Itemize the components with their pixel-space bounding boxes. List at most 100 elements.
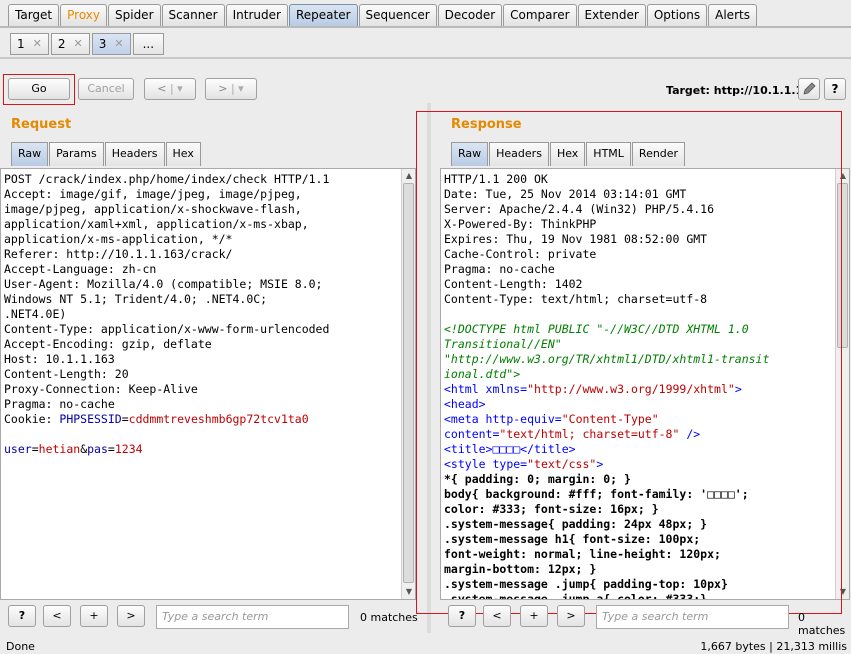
title-tag-line: <title>□□□□</title>: [444, 442, 576, 456]
response-editor[interactable]: HTTP/1.1 200 OK Date: Tue, 25 Nov 2014 03…: [440, 168, 850, 600]
request-title: Request: [11, 117, 72, 132]
repeater-tab-2[interactable]: 2 ✕: [50, 33, 90, 55]
response-search-input[interactable]: Type a search term: [596, 605, 789, 629]
request-tab-headers[interactable]: Headers: [104, 142, 165, 166]
pane-splitter[interactable]: [427, 103, 431, 633]
tab-comparer[interactable]: Comparer: [503, 4, 577, 26]
tab-scanner[interactable]: Scanner: [161, 4, 225, 26]
css-line: .system-message h1{ font-size: 100px;: [444, 532, 701, 546]
meta-tag-line: content="text/html; charset=utf-8" />: [444, 427, 701, 441]
request-tab-params[interactable]: Params: [49, 142, 104, 166]
request-search-prev-button[interactable]: <: [43, 605, 71, 627]
tab-intruder[interactable]: Intruder: [225, 4, 288, 26]
scroll-up-icon[interactable]: ▲: [403, 170, 415, 182]
response-scrollbar[interactable]: ▲ ▼: [835, 169, 849, 599]
repeater-sub-tabs: 1 ✕ 2 ✕ 3 ✕ ...: [10, 33, 166, 55]
request-search-help-button[interactable]: ?: [8, 605, 36, 627]
request-tab-raw[interactable]: Raw: [11, 142, 49, 166]
response-header-line: HTTP/1.1 200 OK: [444, 172, 548, 186]
response-search-next-button[interactable]: >: [557, 605, 585, 627]
close-icon[interactable]: ✕: [74, 34, 83, 54]
request-line: .NET4.0E): [4, 307, 67, 321]
tab-target[interactable]: Target: [8, 4, 60, 26]
repeater-tab-3[interactable]: 3 ✕: [91, 33, 131, 55]
tab-spider[interactable]: Spider: [108, 4, 161, 26]
response-tab-hex[interactable]: Hex: [549, 142, 586, 166]
request-text[interactable]: POST /crack/index.php/home/index/check H…: [1, 169, 415, 460]
request-editor[interactable]: POST /crack/index.php/home/index/check H…: [0, 168, 416, 600]
request-line: Accept-Language: zh-cn: [4, 262, 157, 276]
response-header-line: Expires: Thu, 19 Nov 1981 08:52:00 GMT: [444, 232, 708, 246]
forward-button[interactable]: > | ▾: [205, 78, 257, 100]
response-search-add-button[interactable]: +: [520, 605, 548, 627]
edit-target-button[interactable]: [798, 78, 820, 100]
response-tabs: Raw Headers Hex HTML Render: [451, 142, 686, 166]
help-button[interactable]: ?: [824, 78, 846, 100]
tab-repeater[interactable]: Repeater: [288, 4, 358, 26]
scroll-thumb[interactable]: [403, 183, 414, 583]
scroll-down-icon[interactable]: ▼: [403, 586, 415, 598]
request-search-next-button[interactable]: >: [117, 605, 145, 627]
tab-decoder[interactable]: Decoder: [437, 4, 503, 26]
head-tag-line: <head>: [444, 397, 486, 411]
target-label: Target: http://10.1.1.163: [666, 84, 819, 97]
repeater-tab-label: 1: [17, 37, 25, 51]
tab-alerts[interactable]: Alerts: [708, 4, 757, 26]
tab-proxy[interactable]: Proxy: [60, 4, 107, 26]
request-match-count: 0 matches: [360, 611, 418, 624]
help-icon: ?: [18, 609, 26, 622]
request-tab-hex[interactable]: Hex: [165, 142, 201, 166]
request-scrollbar[interactable]: ▲ ▼: [401, 169, 415, 599]
response-header-line: Cache-Control: private: [444, 247, 597, 261]
scroll-up-icon[interactable]: ▲: [837, 170, 849, 182]
repeater-tab-1[interactable]: 1 ✕: [10, 33, 49, 55]
doctype-line: <!DOCTYPE html PUBLIC "-//W3C//DTD XHTML…: [444, 322, 749, 336]
response-tab-headers[interactable]: Headers: [489, 142, 549, 166]
scroll-thumb[interactable]: [837, 183, 848, 348]
scroll-down-icon[interactable]: ▼: [837, 586, 849, 598]
back-arrow-icon: <: [157, 82, 167, 95]
close-icon[interactable]: ✕: [114, 34, 123, 54]
top-tab-bar: Target Proxy Spider Scanner Intruder Rep…: [8, 3, 758, 27]
tab-options[interactable]: Options: [646, 4, 708, 26]
request-line: Content-Length: 20: [4, 367, 129, 381]
prev-icon: <: [492, 609, 502, 622]
response-header-line: Server: Apache/2.4.4 (Win32) PHP/5.4.16: [444, 202, 715, 216]
tab-divider: [0, 26, 851, 28]
request-search-add-button[interactable]: +: [80, 605, 108, 627]
response-match-count: 0 matches: [798, 611, 846, 637]
response-tab-render[interactable]: Render: [631, 142, 686, 166]
cancel-button[interactable]: Cancel: [78, 78, 134, 100]
request-line: Proxy-Connection: Keep-Alive: [4, 382, 198, 396]
html-tag-line: <html xmlns="http://www.w3.org/1999/xhtm…: [444, 382, 742, 396]
cookie-line: Cookie: PHPSESSID=cddmmtreveshmb6gp72tcv…: [4, 412, 309, 426]
response-tab-html[interactable]: HTML: [586, 142, 631, 166]
tab-sequencer[interactable]: Sequencer: [358, 4, 437, 26]
request-tabs: Raw Params Headers Hex: [11, 142, 202, 166]
doctype-line: "http://www.w3.org/TR/xhtml1/DTD/xhtml1-…: [444, 352, 770, 366]
request-search-input[interactable]: Type a search term: [156, 605, 349, 629]
repeater-tab-label: 2: [57, 37, 66, 51]
response-tab-raw[interactable]: Raw: [451, 142, 489, 166]
response-size-timing: 1,667 bytes | 21,313 millis: [700, 640, 847, 653]
response-header-line: Content-Type: text/html; charset=utf-8: [444, 292, 708, 306]
request-line: Pragma: no-cache: [4, 397, 115, 411]
request-line: Windows NT 5.1; Trident/4.0; .NET4.0C;: [4, 292, 268, 306]
next-icon: >: [126, 609, 136, 622]
css-line: *{ padding: 0; margin: 0; }: [444, 472, 631, 486]
response-text[interactable]: HTTP/1.1 200 OK Date: Tue, 25 Nov 2014 03…: [441, 169, 849, 599]
body-line: user=hetian&pas=1234: [4, 442, 143, 456]
chevron-down-icon: | ▾: [169, 82, 183, 95]
request-line: Content-Type: application/x-www-form-url…: [4, 322, 330, 336]
repeater-tab-new[interactable]: ...: [132, 33, 165, 55]
close-icon[interactable]: ✕: [33, 34, 42, 54]
repeater-tab-label: 3: [98, 37, 107, 51]
css-line: margin-bottom: 12px; }: [444, 562, 597, 576]
tab-extender[interactable]: Extender: [577, 4, 646, 26]
response-search-help-button[interactable]: ?: [448, 605, 476, 627]
response-search-prev-button[interactable]: <: [483, 605, 511, 627]
back-button[interactable]: < | ▾: [144, 78, 196, 100]
go-button[interactable]: Go: [8, 78, 70, 100]
